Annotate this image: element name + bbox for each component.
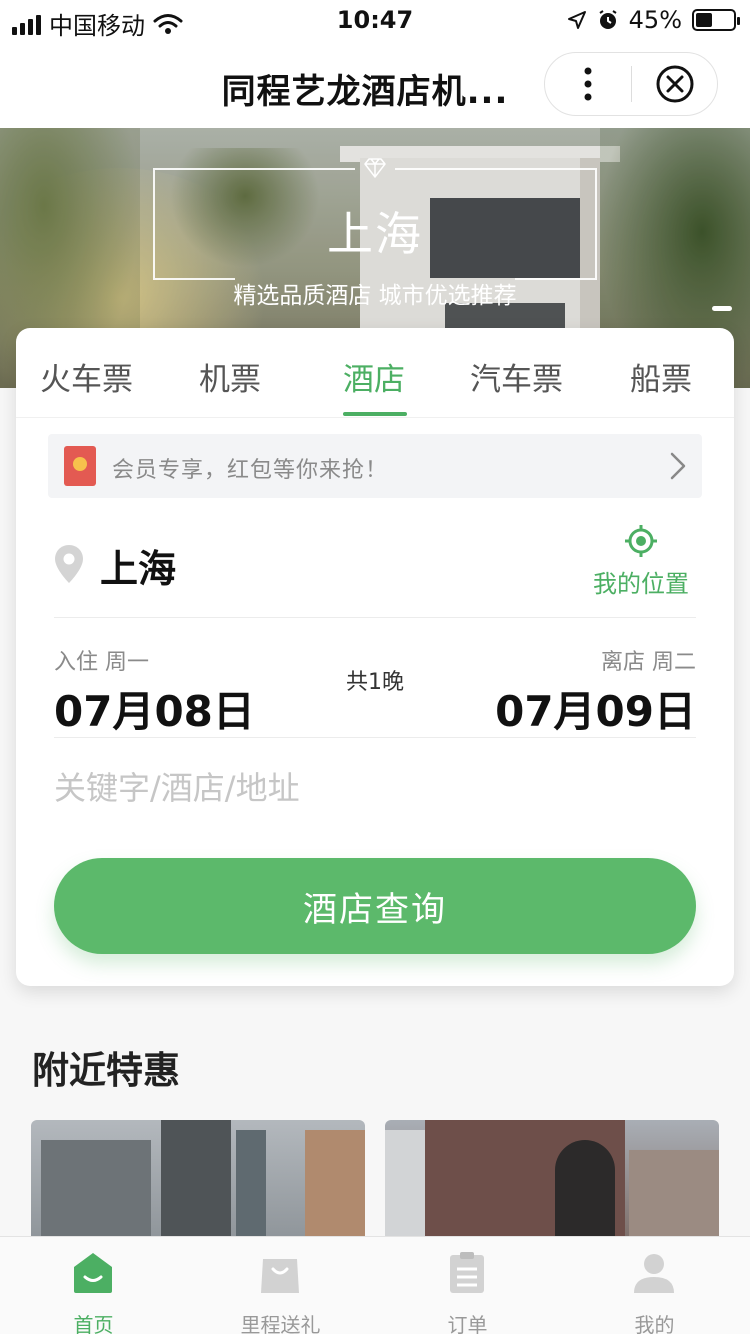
location-arrow-icon	[567, 11, 586, 29]
chevron-right-icon	[670, 452, 686, 480]
search-card: 火车票 机票 酒店 汽车票 船票 会员专享，红包等你来抢！ 上海 我的位置 入住…	[16, 328, 734, 986]
battery-fill	[696, 13, 713, 27]
nearby-deals-title: 附近特惠	[32, 1049, 180, 1092]
close-button[interactable]	[632, 52, 717, 116]
status-right: 45%	[567, 6, 740, 34]
promo-text: 会员专享，红包等你来抢！	[112, 458, 389, 483]
close-icon	[656, 65, 693, 103]
deal-image	[161, 1120, 231, 1240]
tabbar-orders[interactable]: 订单	[374, 1237, 561, 1334]
status-bar: 中国移动 10:47 45%	[0, 0, 750, 40]
tabbar-profile[interactable]: 我的	[561, 1237, 748, 1334]
keyword-input[interactable]	[54, 758, 696, 818]
red-packet-icon	[64, 446, 96, 486]
nav-bar: 同程艺龙酒店机...	[0, 40, 750, 128]
deal-image	[236, 1130, 266, 1240]
tab-flight[interactable]: 机票	[199, 354, 261, 399]
more-button[interactable]	[545, 52, 631, 116]
bottom-tab-bar: 首页 里程送礼 订单 我的	[0, 1236, 750, 1334]
tabbar-label: 里程送礼	[240, 1313, 321, 1334]
city-selector[interactable]: 上海 我的位置	[54, 518, 696, 618]
checkin-label: 入住 周一	[54, 650, 149, 675]
tab-train[interactable]: 火车票	[40, 354, 133, 399]
banner-page-indicator	[712, 306, 732, 311]
deal-image	[555, 1140, 615, 1240]
category-tabs: 火车票 机票 酒店 汽车票 船票	[16, 328, 734, 418]
gift-bag-icon	[261, 1259, 299, 1293]
deal-image	[629, 1150, 719, 1240]
tabbar-home[interactable]: 首页	[0, 1237, 187, 1334]
deal-image	[305, 1130, 365, 1240]
mini-program-capsule	[544, 52, 718, 116]
city-name: 上海	[100, 547, 177, 591]
locate-target-icon	[625, 525, 657, 557]
nights-count: 共1晚	[346, 670, 404, 695]
order-icon	[450, 1252, 484, 1293]
deal-image	[41, 1140, 151, 1240]
profile-icon	[634, 1254, 674, 1293]
date-selector[interactable]: 入住 周一 07月08日 共1晚 离店 周二 07月09日	[54, 618, 696, 738]
tab-active-indicator	[343, 412, 407, 416]
hotel-search-button[interactable]: 酒店查询	[54, 858, 696, 954]
checkout-date[interactable]: 07月09日	[495, 678, 696, 739]
battery-icon	[692, 9, 740, 31]
location-pin-icon	[55, 545, 83, 583]
more-dots-icon	[584, 67, 592, 101]
deal-card[interactable]	[31, 1120, 365, 1240]
tabbar-label: 首页	[73, 1313, 114, 1334]
home-icon	[74, 1253, 112, 1293]
tabbar-label: 我的	[634, 1313, 675, 1334]
tab-bus[interactable]: 汽车票	[470, 354, 563, 399]
battery-percent: 45%	[628, 6, 682, 34]
checkout-label: 离店 周二	[601, 650, 696, 675]
tabbar-mileage-gift[interactable]: 里程送礼	[187, 1237, 374, 1334]
deal-card[interactable]	[385, 1120, 719, 1240]
tab-hotel[interactable]: 酒店	[343, 354, 405, 399]
alarm-icon	[599, 10, 617, 29]
tabbar-label: 订单	[447, 1313, 488, 1334]
tab-ship[interactable]: 船票	[630, 354, 692, 399]
promo-banner[interactable]: 会员专享，红包等你来抢！	[48, 434, 702, 498]
checkin-date[interactable]: 07月08日	[54, 678, 255, 739]
my-location-button[interactable]: 我的位置	[586, 524, 696, 599]
banner-slogan: 精选品质酒店 城市优选推荐	[233, 283, 517, 309]
my-location-label: 我的位置	[593, 570, 689, 598]
banner-city: 上海	[327, 207, 423, 261]
diamond-icon	[364, 158, 386, 178]
